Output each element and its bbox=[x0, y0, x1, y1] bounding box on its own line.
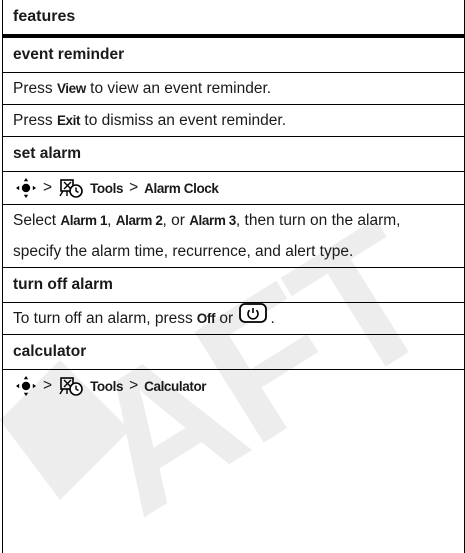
menu-item-calculator: Calculator bbox=[144, 378, 207, 394]
section-set-alarm: set alarm > Tools > Alarm Clock Select A… bbox=[3, 136, 464, 267]
section-event-reminder: event reminder Press View to view an eve… bbox=[3, 38, 464, 136]
section-turn-off-alarm: turn off alarm To turn off an alarm, pre… bbox=[3, 267, 464, 334]
key-label-view: View bbox=[56, 81, 86, 96]
section-heading: set alarm bbox=[13, 145, 82, 162]
table-title: features bbox=[13, 8, 76, 25]
nav-key-icon bbox=[15, 375, 37, 397]
tools-icon bbox=[58, 375, 84, 397]
menu-path: > Tools > Calculator bbox=[3, 370, 464, 402]
tools-icon bbox=[58, 177, 84, 199]
section-heading: turn off alarm bbox=[13, 276, 113, 293]
key-label-alarm-1: Alarm 1 bbox=[60, 213, 108, 228]
path-separator: > bbox=[129, 179, 139, 196]
menu-item-tools: Tools bbox=[90, 378, 124, 394]
menu-item-alarm-clock: Alarm Clock bbox=[144, 180, 219, 196]
key-label-alarm-2: Alarm 2 bbox=[115, 213, 163, 228]
instruction-paragraph: Select Alarm 1, Alarm 2, or Alarm 3, the… bbox=[13, 212, 401, 260]
key-label-exit: Exit bbox=[56, 113, 81, 128]
section-heading: event reminder bbox=[13, 46, 125, 63]
key-label-alarm-3: Alarm 3 bbox=[189, 213, 236, 228]
path-separator: > bbox=[129, 377, 139, 394]
features-table: features event reminder Press View to vi… bbox=[2, 0, 465, 553]
menu-path: > Tools > Alarm Clock bbox=[3, 172, 464, 204]
path-separator: > bbox=[43, 377, 53, 394]
instruction-line: Press Exit to dismiss an event reminder. bbox=[13, 112, 287, 129]
table-header: features bbox=[3, 0, 464, 38]
instruction-line: To turn off an alarm, press Off or . bbox=[3, 303, 464, 334]
key-label-off: Off bbox=[196, 311, 216, 326]
instruction-line: Press View to view an event reminder. bbox=[13, 80, 272, 97]
menu-item-tools: Tools bbox=[90, 180, 124, 196]
section-calculator: calculator > Tools > Calculator bbox=[3, 334, 464, 402]
section-heading: calculator bbox=[13, 343, 87, 360]
path-separator: > bbox=[43, 179, 53, 196]
power-key-icon bbox=[239, 303, 268, 334]
nav-key-icon bbox=[15, 177, 37, 199]
